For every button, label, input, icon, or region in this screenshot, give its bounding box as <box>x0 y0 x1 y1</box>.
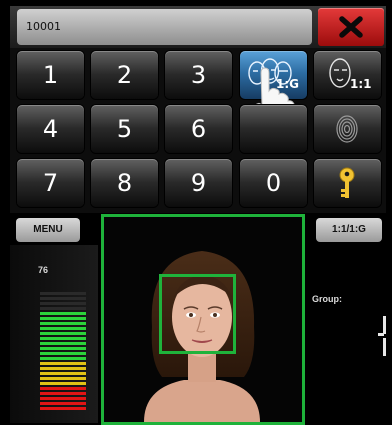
meter-bar <box>40 392 86 395</box>
menu-button[interactable]: MENU <box>16 218 80 242</box>
key-8[interactable]: 8 <box>91 159 158 207</box>
face-group-button[interactable]: 1:G <box>240 51 307 132</box>
face-detection-box <box>159 274 236 354</box>
fingerprint-button[interactable] <box>314 105 381 153</box>
meter-bar <box>40 327 86 330</box>
key-0[interactable]: 0 <box>240 159 307 207</box>
key-4[interactable]: 4 <box>17 105 84 153</box>
meter-bar <box>40 407 86 410</box>
meter-bar <box>40 347 86 350</box>
meter-bar <box>40 302 86 305</box>
key-7[interactable]: 7 <box>17 159 84 207</box>
meter-bar <box>40 367 86 370</box>
close-button[interactable] <box>318 8 384 46</box>
meter-bar <box>40 397 86 400</box>
close-icon <box>339 16 363 38</box>
pointing-hand-icon <box>253 67 296 132</box>
meter-bar <box>40 382 86 385</box>
key-blank[interactable] <box>240 105 307 153</box>
mode-button[interactable]: 1:1/1:G <box>316 218 382 242</box>
meter-bar <box>40 337 86 340</box>
meter-bar <box>40 312 86 315</box>
keypad: 1 2 3 1:G 1:1 4 5 6 7 8 9 0 <box>10 48 386 213</box>
info-panel <box>306 245 386 423</box>
fingerprint-icon <box>336 115 358 143</box>
meter-bar <box>40 357 86 360</box>
meter-bar <box>40 317 86 320</box>
meter-bar <box>40 292 86 295</box>
meter-bar <box>40 377 86 380</box>
key-1[interactable]: 1 <box>17 51 84 99</box>
meter-bar <box>40 332 86 335</box>
key-6[interactable]: 6 <box>165 105 232 153</box>
key-icon <box>339 167 355 198</box>
meter-bar <box>40 387 86 390</box>
meter-bar <box>40 322 86 325</box>
meter-bar <box>40 342 86 345</box>
digit-segment <box>383 338 386 356</box>
key-button[interactable] <box>314 159 381 207</box>
key-2[interactable]: 2 <box>91 51 158 99</box>
meter-bar <box>40 362 86 365</box>
key-3[interactable]: 3 <box>165 51 232 99</box>
user-id-input[interactable]: 10001 <box>17 9 312 45</box>
top-bar: 10001 <box>10 6 386 48</box>
meter-bar <box>40 307 86 310</box>
face-single-sublabel: 1:1 <box>350 77 372 91</box>
group-label: Group: <box>312 294 342 304</box>
match-score: 76 <box>38 265 49 275</box>
meter-bar <box>40 352 86 355</box>
digit-segment <box>378 333 384 336</box>
face-single-icon <box>329 58 351 88</box>
meter-bar <box>40 402 86 405</box>
face-single-button[interactable]: 1:1 <box>314 51 381 99</box>
digit-segment <box>383 316 386 334</box>
key-9[interactable]: 9 <box>165 159 232 207</box>
key-5[interactable]: 5 <box>91 105 158 153</box>
meter-bar <box>40 372 86 375</box>
meter-bar <box>40 297 86 300</box>
